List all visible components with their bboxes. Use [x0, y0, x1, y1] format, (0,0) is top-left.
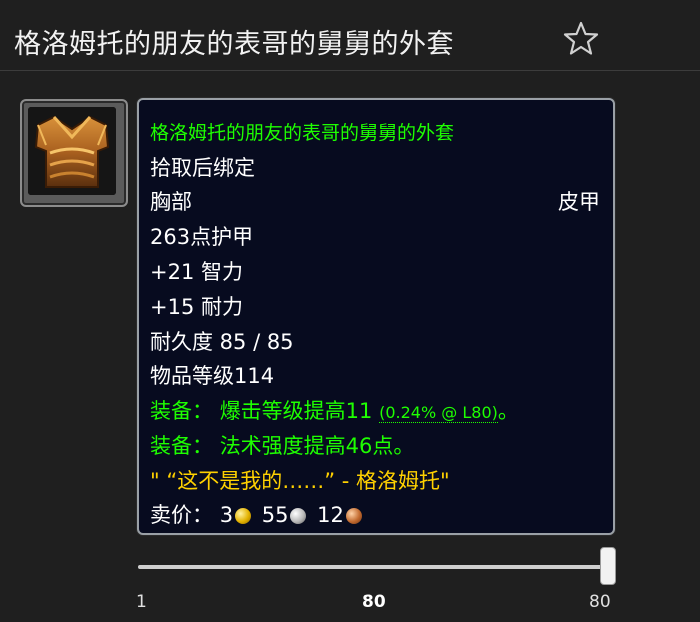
slider-max-label: 80	[589, 592, 611, 612]
armor-value: 263点护甲	[150, 225, 254, 249]
silver-amount: 55	[261, 503, 289, 527]
equip-spellpower-text: 法术强度提高46点。	[219, 434, 415, 458]
silver-coin-icon	[290, 508, 307, 524]
level-slider-handle[interactable]	[600, 547, 616, 585]
leather-chest-armor-icon	[28, 107, 116, 195]
copper-amount: 12	[317, 503, 344, 527]
item-icon-frame[interactable]	[20, 99, 128, 207]
slot-text: 胸部	[150, 190, 192, 214]
slider-min-label: 1	[136, 592, 147, 612]
stat-stamina: +15 耐力	[150, 295, 243, 319]
item-level-text: 物品等级114	[150, 364, 275, 388]
copper-coin-icon	[345, 508, 362, 524]
sell-price: 卖价： 3 55 12	[150, 499, 366, 529]
equip-crit-suffix: 。	[497, 399, 519, 423]
slider-current-label: 80	[362, 592, 386, 612]
armor-type-text: 皮甲	[558, 190, 600, 214]
stat-intellect: +21 智力	[150, 260, 243, 284]
equip-crit-line: 装备： 爆击等级提高11 (0.24% @ L80)。	[150, 395, 519, 425]
item-name: 格洛姆托的朋友的表哥的舅舅的外套	[150, 122, 455, 144]
crit-rating-tooltip-link[interactable]: (0.24% @ L80)	[379, 403, 498, 423]
flavor-text: " “这不是我的……” - 格洛姆托"	[150, 469, 450, 493]
equip-crit-text: 爆击等级提高11	[219, 399, 373, 423]
gold-amount: 3	[219, 503, 234, 527]
page-header: 格洛姆托的朋友的表哥的舅舅的外套	[0, 0, 700, 71]
favorite-star-icon[interactable]	[562, 20, 600, 58]
gold-coin-icon	[235, 508, 252, 524]
equip-spellpower-line: 装备： 法术强度提高46点。	[150, 430, 414, 460]
item-tooltip: 格洛姆托的朋友的表哥的舅舅的外套 拾取后绑定 胸部 皮甲 263点护甲 +21 …	[137, 98, 615, 535]
level-slider-track[interactable]	[138, 565, 608, 569]
equip-prefix: 装备：	[150, 434, 213, 458]
durability-text: 耐久度 85 / 85	[150, 330, 294, 354]
equip-prefix: 装备：	[150, 399, 213, 423]
binding-text: 拾取后绑定	[150, 156, 255, 180]
page-title: 格洛姆托的朋友的表哥的舅舅的外套	[14, 29, 454, 60]
sell-price-label: 卖价：	[150, 503, 213, 527]
